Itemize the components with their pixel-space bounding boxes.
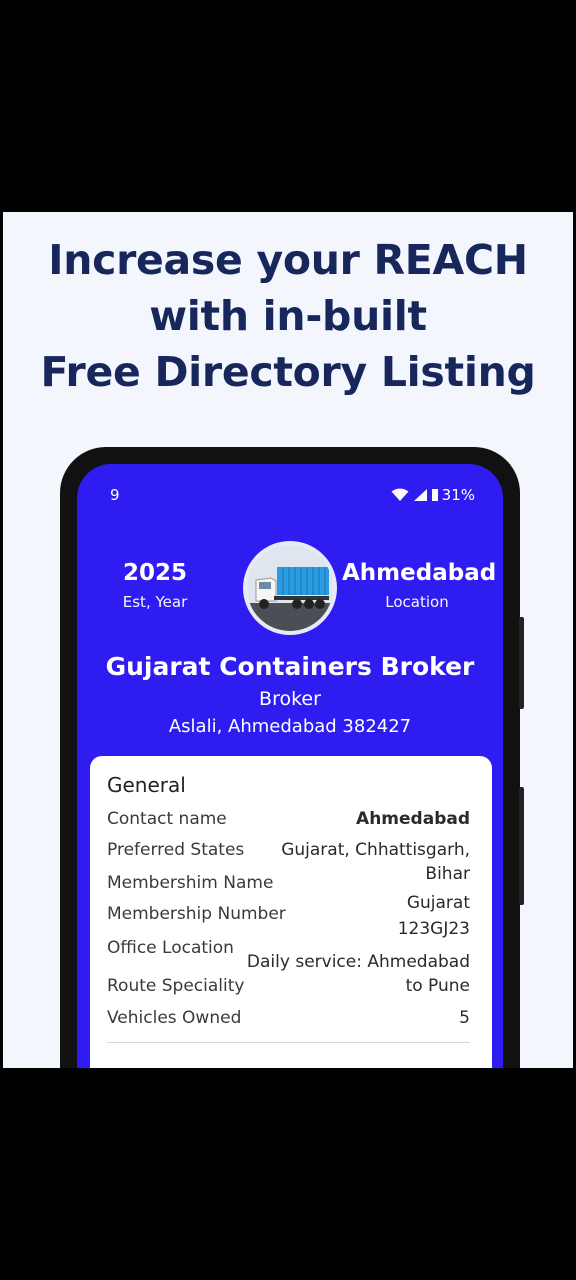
established-year-block: 2025 Est, Year [113,559,197,613]
vehicles-owned-label: Vehicles Owned [107,1008,242,1028]
wifi-icon [391,488,409,501]
vehicles-owned-value: to Pune [405,976,470,996]
contact-name-value: Ahmedabad [356,809,470,829]
contact-name-label: Contact name [107,809,227,829]
company-logo [243,541,337,635]
promo-banner: Increase your REACH with in-built Free D… [3,212,573,1068]
truck-icon [247,545,333,631]
established-label: Est, Year [122,593,188,611]
preferred-states-value: Gujarat, Chhattisgarh, [281,840,470,860]
promo-headline: Increase your REACH with in-built Free D… [3,232,573,400]
location-block: Ahmedabad Location [342,559,497,613]
signal-icon [413,489,427,501]
headline-line-2: with in-built [149,292,427,340]
membership-number-value: Gujarat [406,893,470,913]
phone-volume-button [519,787,524,905]
company-address: Aslali, Ahmedabad 382427 [168,716,412,737]
membership-name-value: Bihar [425,864,470,884]
headline-line-1: Increase your REACH [48,236,528,284]
membership-number-label: Membership Number [107,904,286,924]
vehicles-count-value: 5 [459,1008,470,1028]
status-time: 9 [110,486,120,504]
company-name: Gujarat Containers Broker [105,652,475,681]
phone-mockup: 9 31% 2025 Est, Year Ahmedabad Location … [60,447,520,1068]
section-divider [107,1042,470,1043]
office-location-value: 123GJ23 [397,919,470,939]
route-speciality-label: Route Speciality [107,976,245,996]
preferred-states-label: Preferred States [107,840,245,860]
phone-power-button [519,617,524,709]
location-value: Ahmedabad [342,560,497,586]
established-year: 2025 [122,560,187,586]
office-location-label: Office Location [107,938,234,958]
battery-icon [431,489,438,501]
company-role: Broker [259,688,321,710]
location-label: Location [385,593,449,611]
status-bar: 9 31% [77,486,503,506]
headline-line-3: Free Directory Listing [40,348,536,396]
general-heading: General [107,773,186,797]
battery-percent: 31% [441,486,475,504]
membership-name-label: Membershim Name [107,873,274,893]
general-info-card: General Contact name Preferred States Me… [90,756,492,1068]
phone-screen: 9 31% 2025 Est, Year Ahmedabad Location … [77,464,503,1068]
route-speciality-value: Daily service: Ahmedabad [246,952,470,972]
